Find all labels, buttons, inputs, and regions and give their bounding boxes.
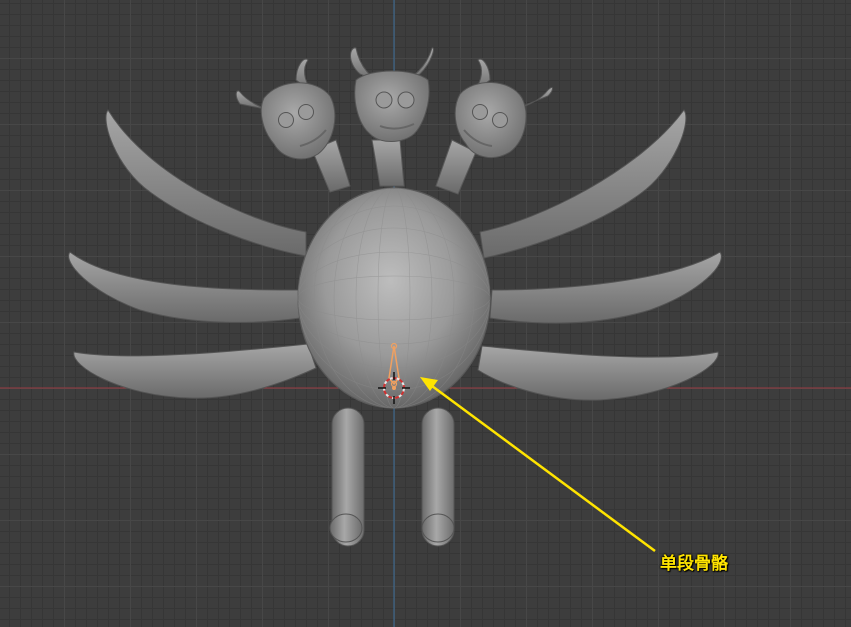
left-arm-2 xyxy=(68,251,301,323)
right-foot xyxy=(421,513,455,543)
left-arm-3 xyxy=(73,343,317,399)
eye-left xyxy=(375,91,393,109)
necks xyxy=(311,139,477,195)
scene-canvas[interactable] xyxy=(0,0,851,627)
head-left xyxy=(235,58,336,160)
left-foot xyxy=(329,513,363,543)
head-center xyxy=(350,47,434,142)
head-right xyxy=(454,58,553,159)
legs xyxy=(329,407,455,547)
right-arm-3 xyxy=(477,345,719,401)
annotation-label: 单段骨骼 xyxy=(660,554,728,574)
left-arms xyxy=(68,109,317,399)
neck-center xyxy=(371,139,405,187)
annotation-arrow xyxy=(420,377,656,553)
right-arms xyxy=(477,109,722,401)
eye-right xyxy=(397,91,415,109)
right-arm-2 xyxy=(489,251,722,324)
3d-viewport[interactable]: 单段骨骼 xyxy=(0,0,851,627)
